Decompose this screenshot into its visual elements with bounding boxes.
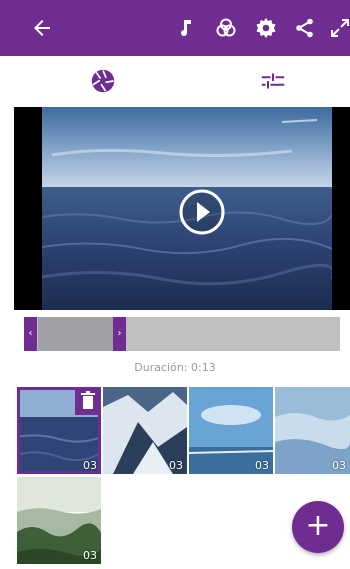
clip-duration: 03 — [83, 549, 97, 562]
clip-duration: 03 — [169, 459, 183, 472]
trim-selection — [38, 317, 118, 351]
clip-thumbnail[interactable]: 03 — [17, 477, 101, 564]
expand-icon[interactable] — [328, 16, 350, 40]
editor-tabs — [0, 56, 350, 106]
adjustments-icon[interactable] — [258, 66, 288, 96]
clip-thumbnail[interactable]: 03 — [103, 387, 187, 474]
app-toolbar — [0, 0, 350, 56]
add-clip-button[interactable]: + — [292, 501, 344, 553]
aperture-icon[interactable] — [88, 66, 118, 96]
back-arrow-icon[interactable] — [30, 16, 54, 40]
clip-duration: 03 — [332, 459, 346, 472]
video-preview — [14, 107, 350, 310]
clip-duration: 03 — [255, 459, 269, 472]
share-icon[interactable] — [293, 16, 317, 40]
filter-icon[interactable] — [214, 16, 238, 40]
play-button[interactable] — [179, 189, 225, 235]
trim-timeline[interactable]: ‹ › — [24, 317, 340, 351]
trim-end-handle[interactable]: › — [113, 317, 126, 351]
trim-start-handle[interactable]: ‹ — [24, 317, 37, 351]
clip-thumbnail[interactable]: 03 — [17, 387, 101, 474]
clip-duration: 03 — [83, 459, 97, 472]
music-note-icon[interactable] — [174, 16, 198, 40]
clip-thumbnail[interactable]: 03 — [189, 387, 273, 474]
trash-icon — [81, 391, 95, 409]
clip-thumbnail[interactable]: 03 — [275, 387, 350, 474]
duration-label: Duración: 0:13 — [134, 361, 216, 374]
play-icon — [179, 189, 225, 235]
delete-clip-button[interactable] — [75, 387, 101, 415]
gear-icon[interactable] — [254, 16, 278, 40]
